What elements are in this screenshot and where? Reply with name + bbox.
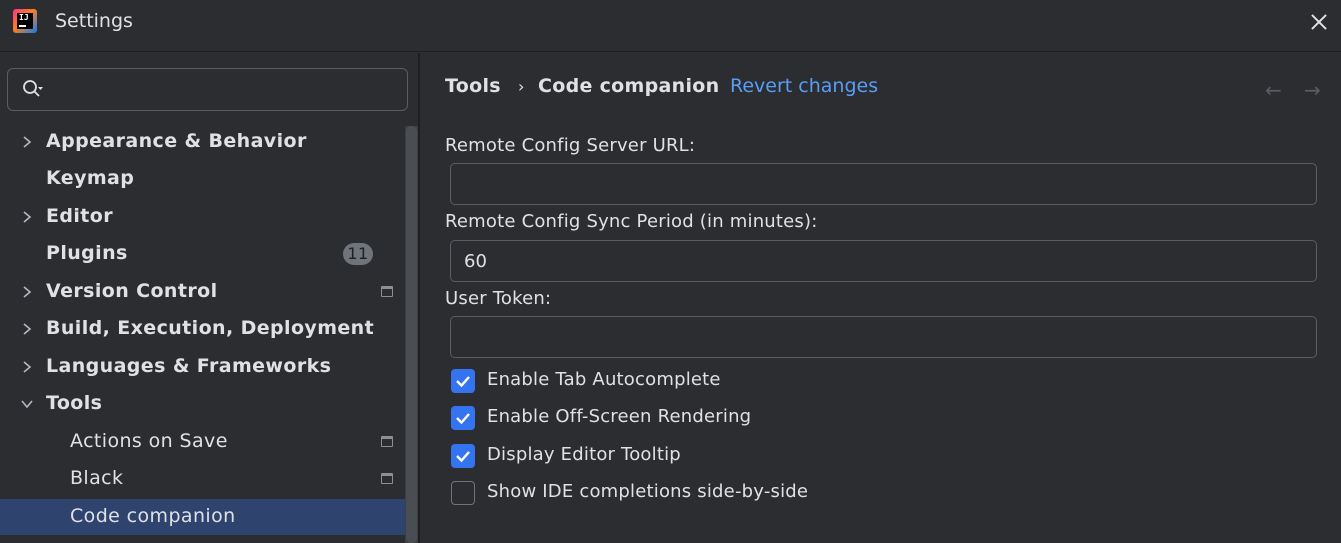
checkbox-label: Show IDE completions side-by-side (487, 481, 809, 502)
chevron-right-icon (23, 286, 32, 298)
project-settings-icon (381, 436, 393, 447)
sidebar-item-label: Tools (46, 392, 103, 414)
user-token-label: User Token: (445, 288, 552, 309)
search-input[interactable] (7, 68, 408, 111)
project-settings-icon (381, 473, 393, 484)
project-settings-icon (381, 286, 393, 297)
sidebar-item-appearance-behavior[interactable]: Appearance & Behavior (0, 124, 405, 160)
sidebar-item-tools[interactable]: Tools (0, 386, 405, 422)
sidebar-item-build-execution-deployment[interactable]: Build, Execution, Deployment (0, 311, 405, 347)
sync-period-input[interactable] (450, 240, 1317, 282)
sidebar-item-label: Build, Execution, Deployment (46, 317, 375, 339)
checkbox-unchecked-icon[interactable] (451, 481, 475, 505)
chevron-right-icon (23, 136, 32, 148)
sync-period-label: Remote Config Sync Period (in minutes): (445, 211, 818, 232)
logo-text: IJ (19, 13, 29, 22)
sidebar-item-label: Actions on Save (70, 430, 228, 452)
title-bar: IJ Settings (0, 0, 1341, 52)
sidebar-item-black[interactable]: Black (0, 461, 405, 497)
remote-config-url-input[interactable] (450, 163, 1317, 205)
breadcrumb-separator: › (518, 77, 525, 96)
sidebar-item-label: Plugins (46, 242, 128, 264)
sidebar-item-label: Version Control (46, 280, 218, 302)
forward-arrow-icon[interactable]: → (1304, 80, 1326, 100)
checkbox-checked-icon[interactable] (451, 406, 475, 430)
sidebar-item-label: Code companion (70, 505, 236, 527)
sidebar-item-label: Languages & Frameworks (46, 355, 332, 377)
chevron-down-icon (21, 400, 33, 409)
sidebar-item-label: Editor (46, 205, 113, 227)
sidebar-item-actions-on-save[interactable]: Actions on Save (0, 424, 405, 460)
checkbox-checked-icon[interactable] (451, 369, 475, 393)
checkbox-label: Enable Off-Screen Rendering (487, 406, 752, 427)
scrollbar-thumb[interactable] (406, 126, 417, 543)
checkbox-checked-icon[interactable] (451, 444, 475, 468)
sidebar-item-version-control[interactable]: Version Control (0, 274, 405, 310)
chevron-right-icon (23, 323, 32, 335)
sidebar-item-label: Keymap (46, 167, 135, 189)
settings-sidebar: Appearance & Behavior Keymap Editor Plug… (0, 53, 420, 543)
page-title: Code companion (538, 75, 720, 97)
intellij-logo-icon: IJ (13, 9, 37, 33)
breadcrumb-parent[interactable]: Tools (445, 75, 501, 97)
sidebar-scrollbar[interactable] (405, 126, 418, 543)
checkbox-label: Display Editor Tooltip (487, 444, 681, 465)
revert-changes-link[interactable]: Revert changes (730, 75, 878, 97)
remote-config-url-label: Remote Config Server URL: (445, 135, 696, 156)
sidebar-item-languages-frameworks[interactable]: Languages & Frameworks (0, 349, 405, 385)
sidebar-item-label: Appearance & Behavior (46, 130, 307, 152)
sidebar-item-keymap[interactable]: Keymap (0, 161, 405, 197)
back-arrow-icon[interactable]: ← (1265, 80, 1287, 100)
user-token-input[interactable] (450, 316, 1317, 358)
search-icon (23, 80, 43, 97)
chevron-right-icon (23, 211, 32, 223)
sidebar-item-editor[interactable]: Editor (0, 199, 405, 235)
window-title: Settings (55, 10, 133, 32)
settings-content: Tools › Code companion Revert changes ← … (422, 53, 1341, 543)
plugins-update-badge: 11 (343, 243, 373, 265)
sidebar-item-label: Black (70, 467, 124, 489)
chevron-right-icon (23, 361, 32, 373)
sidebar-item-plugins[interactable]: Plugins 11 (0, 236, 405, 272)
checkbox-label: Enable Tab Autocomplete (487, 369, 721, 390)
close-icon[interactable] (1305, 8, 1333, 36)
sidebar-item-code-companion[interactable]: Code companion (0, 499, 405, 535)
